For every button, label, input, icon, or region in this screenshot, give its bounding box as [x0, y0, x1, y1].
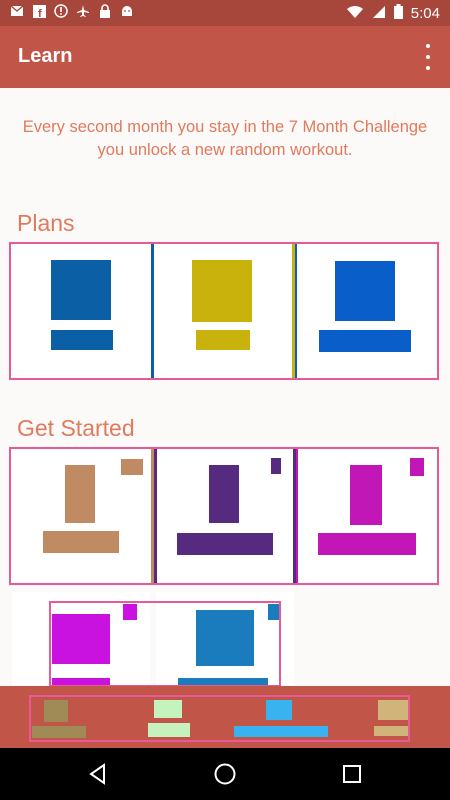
clock-time: 5:04 [410, 5, 440, 22]
plan-card[interactable] [11, 244, 151, 378]
lock-icon [98, 4, 112, 18]
section-title-plans: Plans [17, 210, 75, 236]
more-workouts-row [12, 592, 440, 687]
workout-icon-base [318, 533, 417, 555]
home-icon[interactable] [213, 762, 237, 786]
highlight-frame [49, 601, 281, 687]
workout-icon-base [319, 330, 411, 352]
bottom-tab-bar [0, 686, 450, 748]
tab-profile[interactable] [372, 698, 410, 738]
section-title-get-started: Get Started [17, 415, 135, 441]
notification-icons: f [10, 4, 134, 18]
workout-icon [335, 261, 395, 321]
workout-icon-base [196, 330, 250, 350]
workout-card[interactable] [156, 449, 294, 583]
tab-icon [44, 700, 68, 722]
workout-icon [192, 260, 252, 322]
svg-text:f: f [38, 8, 42, 18]
system-nav-bar [0, 748, 450, 800]
workout-icon-base [176, 533, 273, 555]
workout-icon [65, 465, 95, 523]
back-icon[interactable] [86, 762, 110, 786]
workout-icon [51, 260, 111, 320]
system-icons: 5:04 [346, 4, 440, 23]
page-title: Learn [18, 45, 73, 67]
tab-learn[interactable] [32, 698, 88, 738]
wifi-icon [346, 5, 364, 23]
app-bar: Learn [0, 26, 450, 88]
intro-text: Every second month you stay in the 7 Mon… [22, 118, 428, 159]
tab-icon-base [32, 726, 86, 738]
plans-row [9, 242, 439, 380]
workout-card[interactable] [11, 449, 151, 583]
tab-icon-base [148, 723, 190, 737]
android-icon [120, 4, 134, 18]
plan-card[interactable] [297, 244, 436, 378]
recents-icon[interactable] [340, 762, 364, 786]
overflow-menu-icon[interactable] [420, 44, 436, 70]
tab-icon [378, 700, 408, 720]
plan-card[interactable] [154, 244, 292, 378]
workout-icon [350, 465, 383, 525]
tab-icon [154, 700, 182, 718]
signal-icon [372, 5, 386, 23]
get-started-row [9, 447, 439, 585]
status-bar: f 5:04 [0, 0, 450, 26]
workout-icon-badge [270, 458, 281, 474]
workout-icon-base [51, 330, 113, 350]
airplane-icon [76, 4, 90, 18]
battery-icon [393, 4, 403, 23]
workout-icon-base [43, 531, 119, 553]
workout-icon [208, 465, 239, 523]
workout-icon-badge [121, 459, 143, 475]
mail-icon [10, 4, 24, 18]
tab-icon-base [234, 726, 328, 737]
facebook-icon: f [32, 4, 46, 18]
tab-icon [266, 700, 292, 720]
workout-card[interactable] [298, 449, 438, 583]
tab-progress[interactable] [148, 698, 192, 738]
workout-icon-badge [410, 458, 425, 476]
tab-icon-base [374, 726, 408, 736]
tab-challenge[interactable] [234, 698, 330, 738]
alert-icon [54, 4, 68, 18]
